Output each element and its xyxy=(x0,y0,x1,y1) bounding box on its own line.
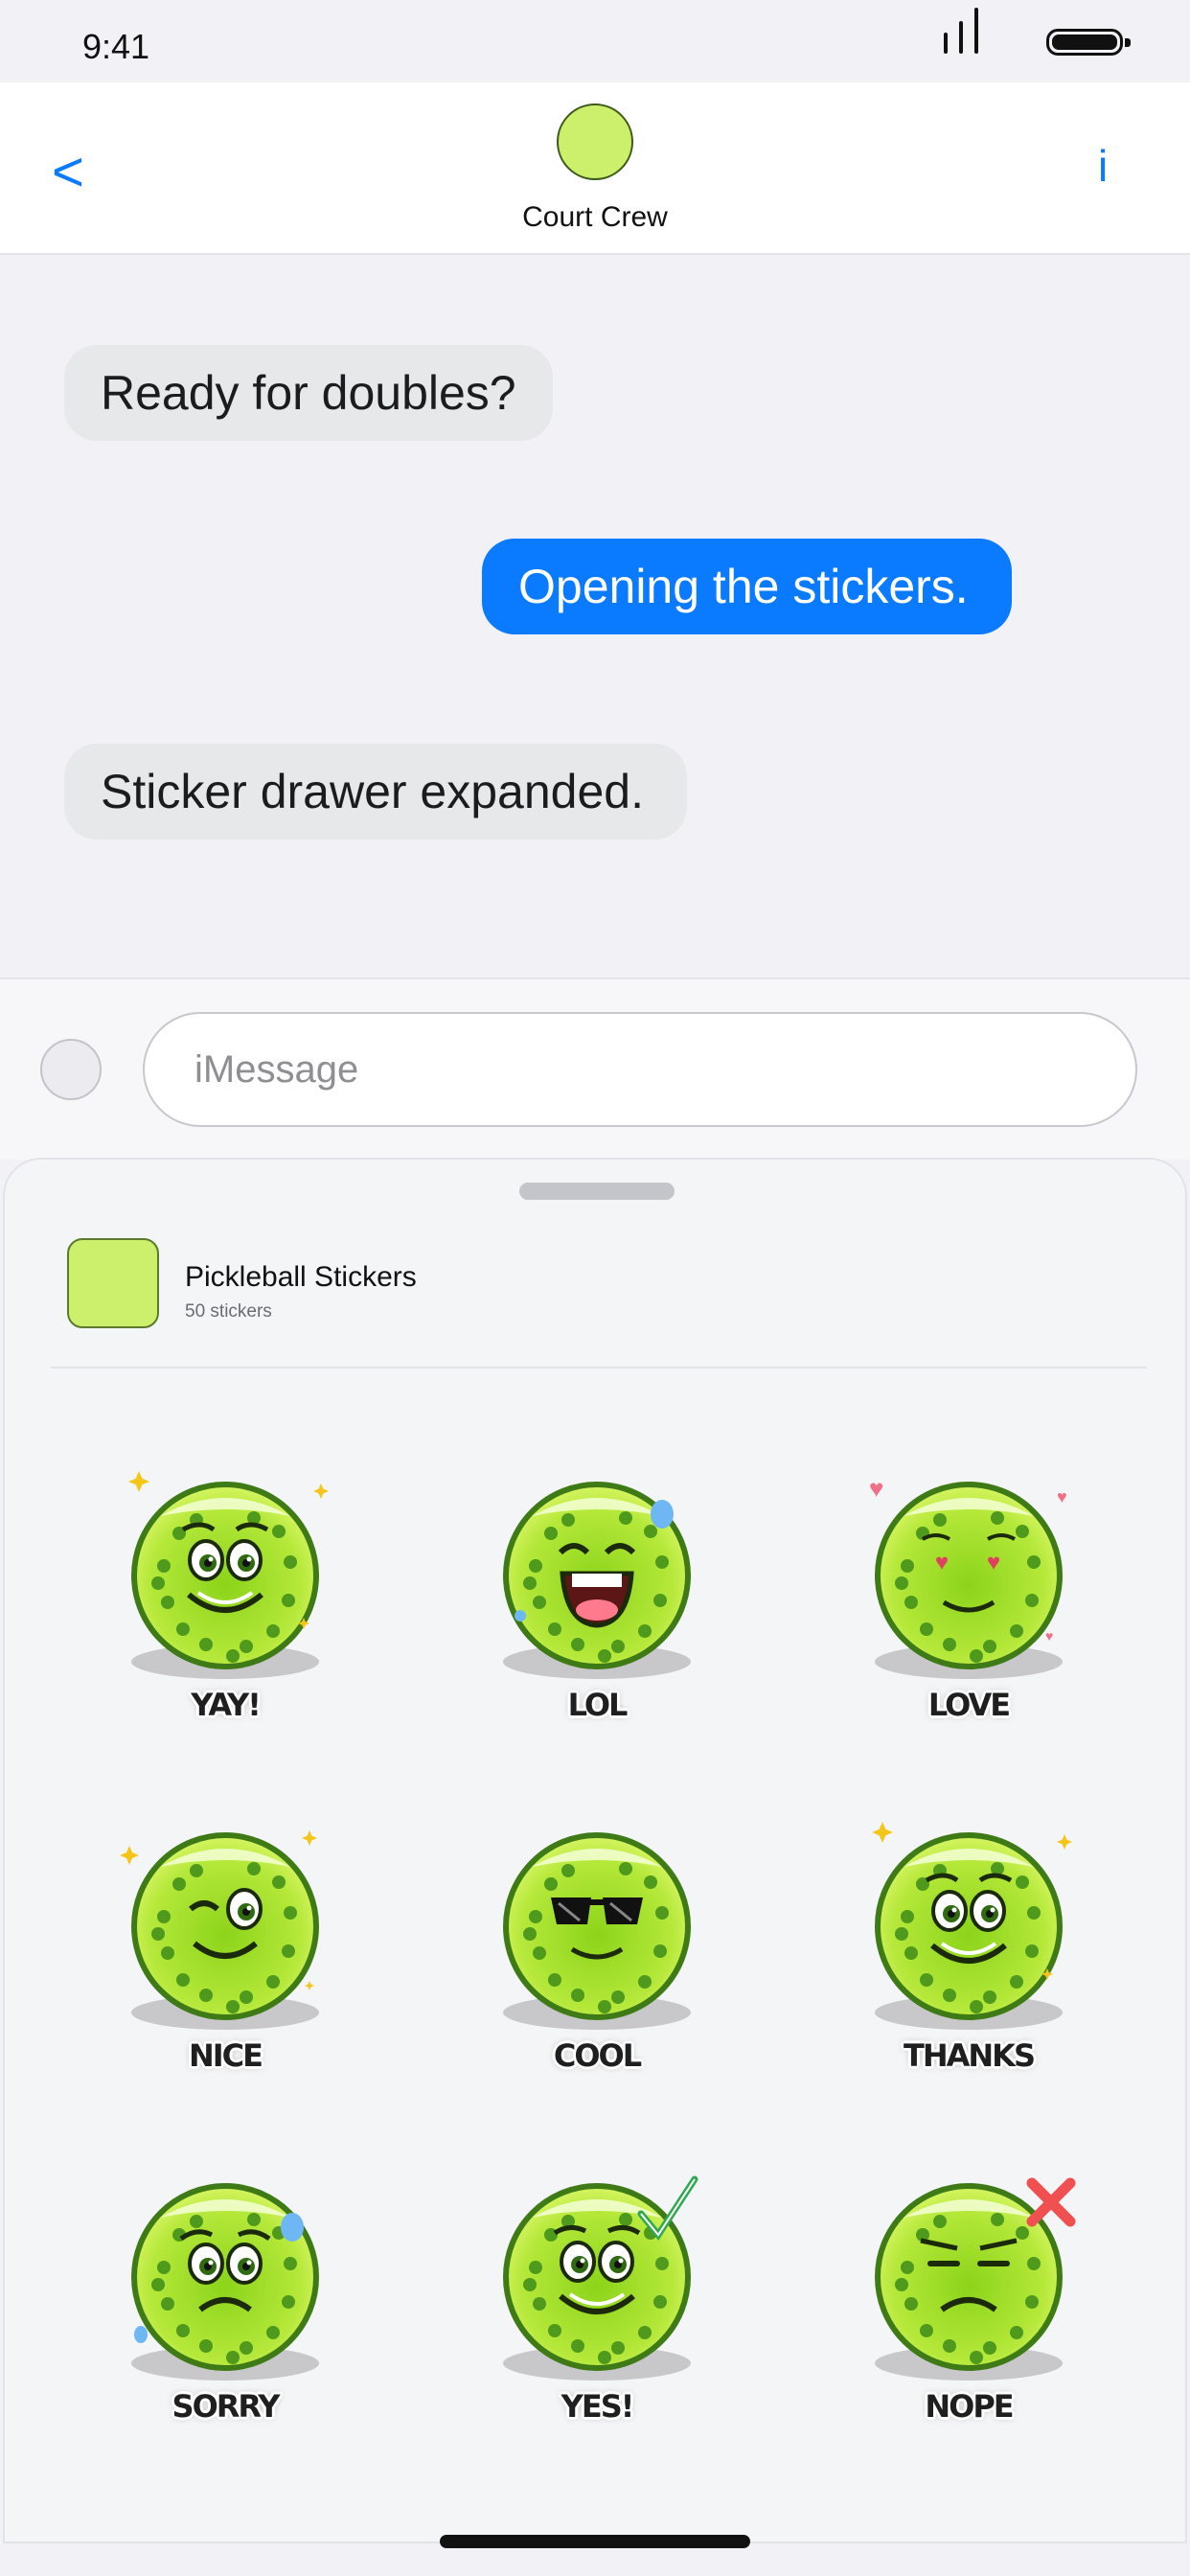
pickleball-face-icon: ♥ ♥ ♥ ♥ ♥ xyxy=(869,1474,1067,1679)
sticker-label: SORRY xyxy=(172,2388,281,2425)
sticker-lol[interactable]: LOL xyxy=(472,1470,721,1748)
sticker-label: COOL xyxy=(553,2037,642,2074)
imessage-input[interactable] xyxy=(143,1012,1137,1127)
sticker-label: THANKS xyxy=(904,2037,1036,2074)
sticker-pack-thumbnail[interactable] xyxy=(67,1238,159,1328)
sticker-nice[interactable]: NICE xyxy=(101,1821,350,2099)
pickleball-face-icon xyxy=(131,2183,319,2380)
pickleball-face-icon xyxy=(503,1832,691,2030)
conversation-header: < Court Crew i xyxy=(0,82,1190,255)
pickleball-face-icon xyxy=(875,2177,1076,2380)
signal-icon xyxy=(944,6,992,54)
sticker-nope[interactable]: NOPE xyxy=(844,2172,1093,2450)
contact-avatar[interactable] xyxy=(557,104,633,180)
svg-text:♥: ♥ xyxy=(987,1550,1000,1576)
svg-text:♥: ♥ xyxy=(935,1550,949,1576)
sticker-pack-title: Pickleball Stickers xyxy=(185,1261,417,1293)
composer-bar xyxy=(0,978,1190,1160)
svg-text:♥: ♥ xyxy=(1045,1628,1053,1644)
back-button[interactable]: < xyxy=(52,140,84,204)
sticker-yes[interactable]: YES! xyxy=(472,2172,721,2450)
pickleball-face-icon xyxy=(503,1482,691,1679)
sticker-label: NICE xyxy=(188,2037,263,2074)
sticker-label: YES! xyxy=(561,2388,635,2425)
status-time: 9:41 xyxy=(82,27,150,66)
battery-icon xyxy=(1046,29,1131,56)
info-button[interactable]: i xyxy=(1098,140,1108,192)
pickleball-face-icon xyxy=(872,1822,1072,2030)
drawer-grabber[interactable] xyxy=(519,1183,675,1200)
sticker-label: YAY! xyxy=(191,1687,262,1723)
sticker-cool[interactable]: COOL xyxy=(472,1821,721,2099)
sticker-label: LOL xyxy=(567,1687,629,1723)
sticker-label: NOPE xyxy=(925,2388,1014,2425)
sticker-thanks[interactable]: THANKS xyxy=(844,1821,1093,2099)
apps-button[interactable] xyxy=(40,1039,102,1100)
sticker-pack-count: 50 stickers xyxy=(185,1301,272,1322)
pickleball-face-icon xyxy=(128,1471,329,1679)
message-bubble-outgoing[interactable]: Opening the stickers. xyxy=(482,539,1012,634)
home-indicator[interactable] xyxy=(440,2535,750,2548)
sticker-sorry[interactable]: SORRY xyxy=(101,2172,350,2450)
sticker-label: LOVE xyxy=(927,1687,1011,1723)
svg-text:♥: ♥ xyxy=(1057,1487,1067,1506)
divider xyxy=(51,1367,1147,1368)
pickleball-face-icon xyxy=(120,1830,319,2030)
sticker-love[interactable]: ♥ ♥ ♥ ♥ ♥ LOVE xyxy=(844,1470,1093,1748)
status-bar: 9:41 xyxy=(0,0,1190,82)
contact-name[interactable]: Court Crew xyxy=(0,201,1190,234)
sticker-drawer: Pickleball Stickers 50 stickers YAY! LOL xyxy=(3,1158,1187,2543)
pickleball-face-icon xyxy=(503,2175,698,2380)
svg-text:♥: ♥ xyxy=(869,1474,883,1503)
message-bubble-incoming[interactable]: Sticker drawer expanded. xyxy=(64,744,687,840)
sticker-yay[interactable]: YAY! xyxy=(101,1470,350,1748)
message-bubble-incoming[interactable]: Ready for doubles? xyxy=(64,345,553,441)
